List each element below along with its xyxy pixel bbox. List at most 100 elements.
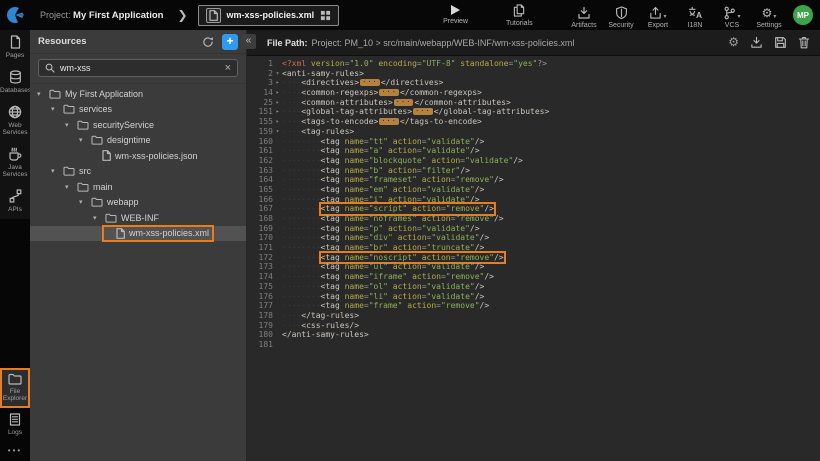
code-line-168[interactable]: 168········<tag name="noframes" action="… xyxy=(247,214,820,224)
sidebar-item-web-services[interactable]: Web Services xyxy=(0,100,30,142)
code-line-173[interactable]: 173········<tag name="ul" action="valida… xyxy=(247,262,820,272)
wavemaker-logo-icon[interactable] xyxy=(0,0,30,30)
caret-down-icon[interactable]: ▾ xyxy=(65,121,73,129)
file-icon xyxy=(116,228,125,239)
fold-toggle-icon[interactable]: ▸ xyxy=(273,78,282,88)
code-line-160[interactable]: 160········<tag name="tt" action="valida… xyxy=(247,137,820,147)
code-line-164[interactable]: 164········<tag name="frameset" action="… xyxy=(247,175,820,185)
code-line-162[interactable]: 162········<tag name="blockquote" action… xyxy=(247,156,820,166)
delete-trash-icon[interactable] xyxy=(798,36,810,49)
line-number: 172 xyxy=(247,253,273,263)
code-line-2[interactable]: 2▾<anti-samy-rules> xyxy=(247,69,820,79)
code-line-171[interactable]: 171········<tag name="br" action="trunca… xyxy=(247,243,820,253)
more-options-ellipsis-icon[interactable]: ••• xyxy=(0,442,30,461)
code-line-166[interactable]: 166········<tag name="i" action="validat… xyxy=(247,195,820,205)
caret-down-icon[interactable]: ▾ xyxy=(37,90,45,98)
code-line-151[interactable]: 151▸····<global-tag-attributes>···</glob… xyxy=(247,107,820,117)
code-line-176[interactable]: 176········<tag name="li" action="valida… xyxy=(247,292,820,302)
sidebar-item-databases[interactable]: Databases xyxy=(0,65,30,100)
line-number: 2 xyxy=(247,69,273,79)
i18n-button[interactable]: A I18N xyxy=(679,2,711,29)
line-number: 151 xyxy=(247,107,273,117)
tree-item-wm-xss-policies.json[interactable]: wm-xss-policies.json xyxy=(30,148,246,164)
code-line-177[interactable]: 177········<tag name="frame" action="rem… xyxy=(247,301,820,311)
settings-button[interactable]: ⚙ ▾ Settings xyxy=(753,2,785,29)
code-line-174[interactable]: 174········<tag name="iframe" action="re… xyxy=(247,272,820,282)
code-line-165[interactable]: 165········<tag name="em" action="valida… xyxy=(247,185,820,195)
save-icon[interactable] xyxy=(774,36,787,49)
caret-down-icon[interactable]: ▾ xyxy=(79,136,87,144)
export-button[interactable]: ▾ Export xyxy=(642,2,674,29)
search-input[interactable] xyxy=(60,63,220,73)
security-button[interactable]: Security xyxy=(605,2,637,29)
tree-item-services[interactable]: ▾services xyxy=(30,102,246,118)
project-name[interactable]: My First Application xyxy=(73,10,163,21)
file-path-bar: File Path: Project: PM_10 > src/main/web… xyxy=(247,30,820,56)
sidebar-item-apis[interactable]: APIs xyxy=(0,184,30,219)
code-line-169[interactable]: 169········<tag name="p" action="validat… xyxy=(247,224,820,234)
clear-search-icon[interactable]: × xyxy=(225,63,231,74)
preview-button[interactable]: Preview xyxy=(443,5,468,25)
vcs-button[interactable]: ▾ VCS xyxy=(716,2,748,29)
grid-icon[interactable] xyxy=(320,10,331,21)
sidebar-item-pages[interactable]: Pages xyxy=(0,30,30,65)
folded-region-icon[interactable]: ··· xyxy=(360,79,380,86)
tree-item-main[interactable]: ▾main xyxy=(30,179,246,195)
sidebar-item-logs[interactable]: Logs xyxy=(0,408,30,442)
tree-item-webapp[interactable]: ▾webapp xyxy=(30,195,246,211)
fold-toggle-icon[interactable]: ▸ xyxy=(273,98,282,108)
code-line-161[interactable]: 161········<tag name="a" action="validat… xyxy=(247,146,820,156)
add-resource-button[interactable]: + xyxy=(222,34,238,50)
caret-down-icon[interactable]: ▾ xyxy=(93,214,101,222)
line-number: 166 xyxy=(247,195,273,205)
code-line-179[interactable]: 179····<css-rules/> xyxy=(247,321,820,331)
code-line-175[interactable]: 175········<tag name="ol" action="valida… xyxy=(247,282,820,292)
tree-item-web-inf[interactable]: ▾WEB-INF xyxy=(30,210,246,226)
code-editor[interactable]: 1<?xml version="1.0" encoding="UTF-8" st… xyxy=(247,56,820,461)
refresh-icon[interactable] xyxy=(202,36,214,48)
fold-toggle-icon[interactable]: ▸ xyxy=(273,88,282,98)
sidebar-item-file-explorer[interactable]: File Explorer xyxy=(0,368,30,408)
fold-toggle-icon[interactable]: ▸ xyxy=(273,107,282,117)
folded-region-icon[interactable]: ··· xyxy=(394,99,414,106)
tree-item-my-first-application[interactable]: ▾My First Application xyxy=(30,86,246,102)
code-line-1[interactable]: 1<?xml version="1.0" encoding="UTF-8" st… xyxy=(247,59,820,69)
folded-region-icon[interactable]: ··· xyxy=(379,89,399,96)
sidebar-item-java-services[interactable]: Java Services xyxy=(0,142,30,184)
code-line-181[interactable]: 181 xyxy=(247,340,820,350)
fold-toggle-icon[interactable]: ▾ xyxy=(273,69,282,79)
security-shield-icon xyxy=(615,6,628,20)
fold-gutter xyxy=(273,340,282,350)
download-icon[interactable] xyxy=(750,36,763,49)
folded-region-icon[interactable]: ··· xyxy=(413,108,433,115)
tree-item-designtime[interactable]: ▾designtime xyxy=(30,133,246,149)
tutorials-button[interactable]: Tutorials xyxy=(506,4,533,27)
folder-icon xyxy=(63,166,75,176)
caret-down-icon[interactable]: ▾ xyxy=(51,105,59,113)
folded-region-icon[interactable]: ··· xyxy=(379,118,399,125)
caret-down-icon[interactable]: ▾ xyxy=(65,183,73,191)
caret-down-icon[interactable]: ▾ xyxy=(79,198,87,206)
code-line-159[interactable]: 159▾····<tag-rules> xyxy=(247,127,820,137)
tree-item-securityservice[interactable]: ▾securityService xyxy=(30,117,246,133)
caret-down-icon[interactable]: ▾ xyxy=(51,167,59,175)
code-line-3[interactable]: 3▸····<directives>···</directives> xyxy=(247,78,820,88)
settings-gear-icon[interactable]: ⚙ xyxy=(728,36,739,49)
code-line-14[interactable]: 14▸····<common-regexps>···</common-regex… xyxy=(247,88,820,98)
code-line-180[interactable]: 180</anti-samy-rules> xyxy=(247,330,820,340)
tree-item-src[interactable]: ▾src xyxy=(30,164,246,180)
user-avatar[interactable]: MP xyxy=(793,5,813,25)
code-line-178[interactable]: 178····</tag-rules> xyxy=(247,311,820,321)
tree-item-wm-xss-policies.xml[interactable]: wm-xss-policies.xml xyxy=(30,226,246,242)
code-line-163[interactable]: 163········<tag name="b" action="filter"… xyxy=(247,166,820,176)
code-line-170[interactable]: 170········<tag name="div" action="valid… xyxy=(247,233,820,243)
artifacts-button[interactable]: Artifacts xyxy=(568,2,600,29)
fold-toggle-icon[interactable]: ▸ xyxy=(273,117,282,127)
tab-wm-xss-policies[interactable]: wm-xss-policies.xml xyxy=(198,5,340,26)
fold-toggle-icon[interactable]: ▾ xyxy=(273,127,282,137)
code-line-25[interactable]: 25▸····<common-attributes>···</common-at… xyxy=(247,98,820,108)
code-line-172[interactable]: 172········<tag name="noscript" action="… xyxy=(247,253,820,263)
code-line-155[interactable]: 155▸····<tags-to-encode>···</tags-to-enc… xyxy=(247,117,820,127)
collapse-panel-button[interactable]: « xyxy=(241,34,256,49)
code-line-167[interactable]: 167········<tag name="script" action="re… xyxy=(247,204,820,214)
